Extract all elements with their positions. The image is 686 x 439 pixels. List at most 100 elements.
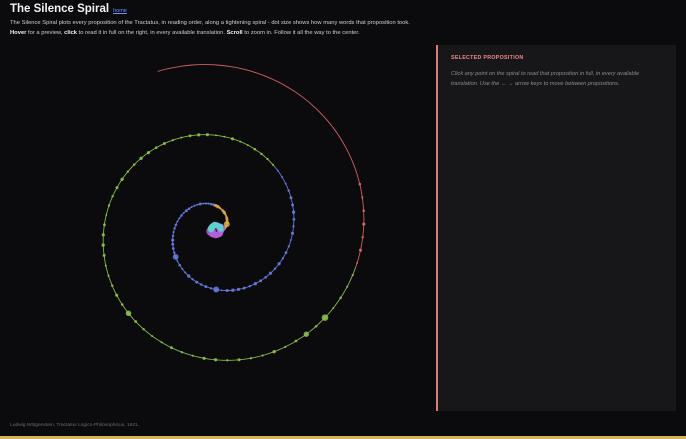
proposition-dot[interactable] xyxy=(171,242,175,246)
proposition-dot[interactable] xyxy=(139,156,143,160)
proposition-dot[interactable] xyxy=(125,310,132,317)
proposition-dot[interactable] xyxy=(281,257,284,260)
proposition-dot[interactable] xyxy=(272,350,276,354)
proposition-dot[interactable] xyxy=(266,157,269,161)
proposition-dot[interactable] xyxy=(102,253,106,257)
proposition-dot[interactable] xyxy=(204,285,208,289)
proposition-dot[interactable] xyxy=(236,287,241,292)
proposition-dot[interactable] xyxy=(260,152,263,156)
proposition-dot[interactable] xyxy=(181,267,184,270)
proposition-dot[interactable] xyxy=(237,358,241,362)
proposition-dot[interactable] xyxy=(292,217,296,221)
home-link[interactable]: home xyxy=(113,8,127,14)
proposition-dot[interactable] xyxy=(196,203,199,206)
proposition-dot[interactable] xyxy=(198,202,202,206)
proposition-dot[interactable] xyxy=(218,226,224,232)
proposition-dot[interactable] xyxy=(213,358,218,362)
proposition-dot[interactable] xyxy=(290,231,295,235)
proposition-dot[interactable] xyxy=(215,134,217,137)
proposition-dot[interactable] xyxy=(276,169,279,172)
proposition-dot[interactable] xyxy=(209,202,213,206)
proposition-dot[interactable] xyxy=(182,211,185,214)
proposition-dot[interactable] xyxy=(184,271,187,274)
proposition-dot[interactable] xyxy=(199,283,203,286)
proposition-dot[interactable] xyxy=(220,289,223,292)
proposition-dot[interactable] xyxy=(134,320,138,323)
proposition-dot[interactable] xyxy=(361,236,364,239)
proposition-dot[interactable] xyxy=(294,339,298,343)
proposition-dot[interactable] xyxy=(207,202,210,205)
proposition-dot[interactable] xyxy=(248,284,252,288)
proposition-dot[interactable] xyxy=(110,284,114,287)
proposition-dot[interactable] xyxy=(187,207,191,211)
proposition-dot[interactable] xyxy=(361,196,364,199)
proposition-dot[interactable] xyxy=(142,327,145,331)
proposition-dot[interactable] xyxy=(170,346,173,350)
proposition-dot[interactable] xyxy=(281,176,284,179)
proposition-dot[interactable] xyxy=(358,248,363,252)
proposition-dot[interactable] xyxy=(172,253,179,260)
proposition-dot[interactable] xyxy=(111,195,114,198)
proposition-dot[interactable] xyxy=(104,264,107,267)
proposition-dot[interactable] xyxy=(101,233,105,237)
proposition-dot[interactable] xyxy=(362,209,366,213)
proposition-dot[interactable] xyxy=(292,225,295,228)
proposition-dot[interactable] xyxy=(303,331,309,337)
proposition-dot[interactable] xyxy=(289,196,293,200)
proposition-dot[interactable] xyxy=(197,133,201,137)
proposition-dot[interactable] xyxy=(172,231,175,234)
proposition-dot[interactable] xyxy=(184,209,188,213)
proposition-dot[interactable] xyxy=(289,239,292,241)
proposition-dot[interactable] xyxy=(146,151,151,155)
proposition-dot[interactable] xyxy=(151,335,154,338)
silence-spiral-chart[interactable] xyxy=(0,44,434,416)
proposition-dot[interactable] xyxy=(180,136,183,139)
proposition-dot[interactable] xyxy=(193,204,196,207)
proposition-dot[interactable] xyxy=(362,222,366,226)
proposition-dot[interactable] xyxy=(195,280,199,284)
proposition-dot[interactable] xyxy=(190,206,193,208)
proposition-dot[interactable] xyxy=(120,177,124,181)
proposition-dot[interactable] xyxy=(115,186,119,190)
proposition-dot[interactable] xyxy=(160,341,163,344)
proposition-dot[interactable] xyxy=(209,287,213,290)
proposition-dot[interactable] xyxy=(202,356,206,360)
proposition-dot[interactable] xyxy=(174,223,178,227)
proposition-dot[interactable] xyxy=(162,141,166,146)
proposition-dot[interactable] xyxy=(273,267,277,270)
proposition-dot[interactable] xyxy=(358,182,362,186)
proposition-dot[interactable] xyxy=(171,238,175,242)
proposition-dot[interactable] xyxy=(271,163,274,166)
proposition-dot[interactable] xyxy=(171,234,175,238)
proposition-dot[interactable] xyxy=(259,279,263,283)
proposition-dot[interactable] xyxy=(126,170,129,173)
proposition-dot[interactable] xyxy=(180,350,184,354)
proposition-dot[interactable] xyxy=(249,357,253,360)
proposition-dot[interactable] xyxy=(284,345,287,349)
proposition-dot[interactable] xyxy=(223,135,226,138)
proposition-dot[interactable] xyxy=(242,286,246,290)
proposition-dot[interactable] xyxy=(268,271,273,275)
proposition-dot[interactable] xyxy=(171,139,174,142)
proposition-dot[interactable] xyxy=(178,217,181,220)
proposition-dot[interactable] xyxy=(321,314,329,321)
proposition-dot[interactable] xyxy=(191,278,194,281)
proposition-dot[interactable] xyxy=(351,274,354,277)
proposition-dot[interactable] xyxy=(176,220,179,223)
proposition-dot[interactable] xyxy=(107,274,110,277)
proposition-dot[interactable] xyxy=(191,354,194,357)
proposition-dot[interactable] xyxy=(339,296,342,300)
proposition-dot[interactable] xyxy=(253,147,257,151)
proposition-dot[interactable] xyxy=(226,359,229,362)
proposition-dot[interactable] xyxy=(213,286,220,293)
proposition-dot[interactable] xyxy=(314,325,318,328)
proposition-dot[interactable] xyxy=(332,307,335,310)
proposition-dot[interactable] xyxy=(101,243,105,247)
proposition-dot[interactable] xyxy=(204,202,208,205)
proposition-dot[interactable] xyxy=(231,288,235,292)
proposition-dot[interactable] xyxy=(115,293,119,297)
proposition-dot[interactable] xyxy=(284,251,288,254)
proposition-dot[interactable] xyxy=(239,140,242,143)
proposition-dot[interactable] xyxy=(246,144,249,147)
proposition-dot[interactable] xyxy=(120,303,124,306)
